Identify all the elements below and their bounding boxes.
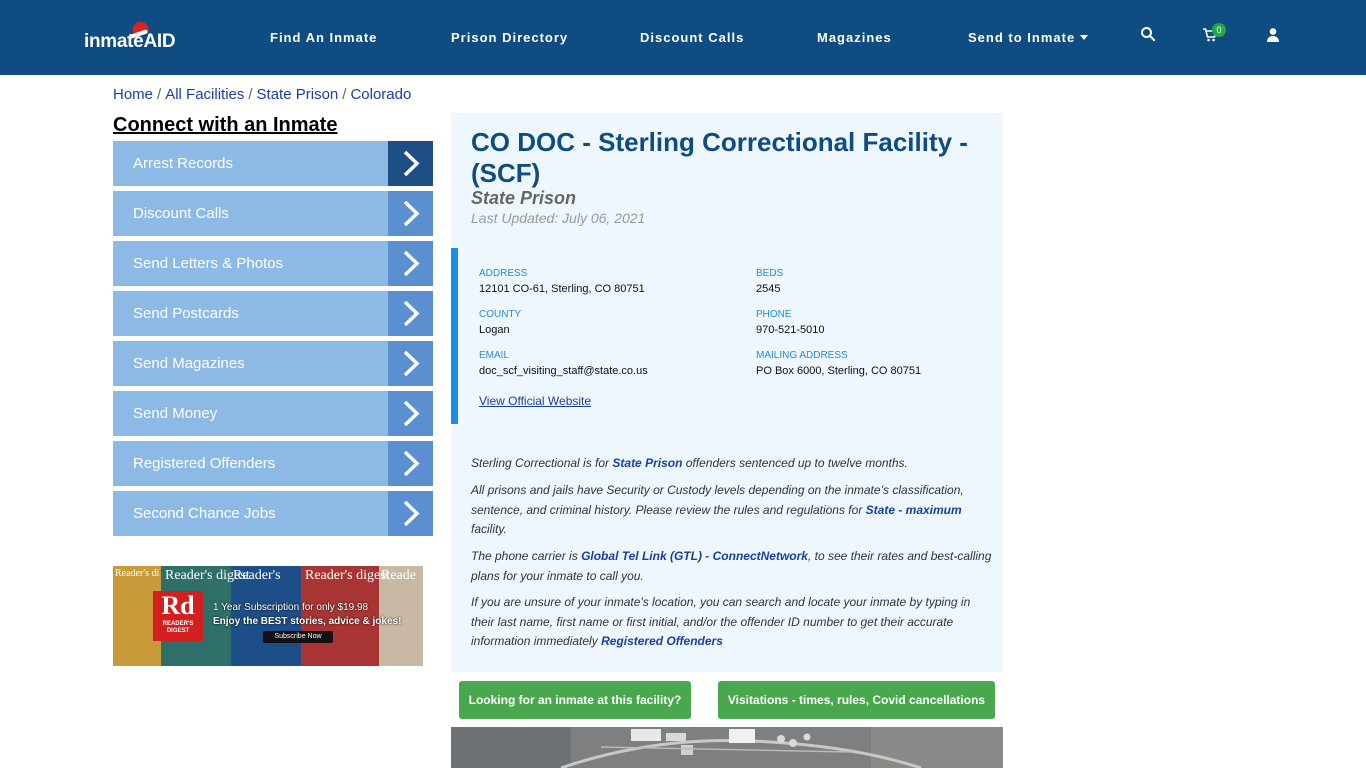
cover-title: Reader's: [233, 568, 281, 583]
breadcrumb: Home / All Facilities / State Prison / Colorad…: [113, 86, 411, 103]
visitations-button[interactable]: Visitations - times, rules, Covid cancel…: [718, 681, 995, 719]
breadcrumb-colorado[interactable]: Colorado: [350, 86, 411, 103]
caret-down-icon: [1080, 35, 1089, 40]
state-prison-link[interactable]: State Prison: [612, 456, 682, 470]
sidebar-title: Connect with an Inmate: [113, 114, 338, 136]
field-value: doc_scf_visiting_staff@state.co.us: [479, 365, 648, 377]
sidebar-item-registered-offenders[interactable]: Registered Offenders: [113, 441, 433, 486]
field-label: COUNTY: [479, 309, 522, 320]
facility-title: CO DOC - Sterling Correctional Facility …: [471, 127, 968, 188]
logo-text: inmateAID: [84, 31, 176, 52]
sidebar-item-send-postcards[interactable]: Send Postcards: [113, 291, 433, 336]
field-mailing-address: MAILING ADDRESS PO Box 6000, Sterling, C…: [756, 350, 921, 377]
chevron-right-icon: [388, 441, 433, 486]
ad-tagline: Enjoy the BEST stories, advice & jokes!: [213, 616, 402, 627]
sidebar-item-label: Send Magazines: [133, 355, 245, 372]
breadcrumb-state-prison[interactable]: State Prison: [257, 86, 339, 103]
field-email: EMAIL doc_scf_visiting_staff@state.co.us: [479, 350, 648, 377]
search-icon[interactable]: [1140, 26, 1160, 46]
sidebar-item-label: Registered Offenders: [133, 455, 276, 472]
breadcrumb-separator: /: [157, 86, 162, 103]
field-value: 2545: [756, 283, 781, 295]
description-paragraph: The phone carrier is Global Tel Link (GT…: [471, 547, 996, 586]
sidebar-item-arrest-records[interactable]: Arrest Records: [113, 141, 433, 186]
sidebar-item-label: Send Letters & Photos: [133, 255, 284, 272]
field-beds: BEDS 2545: [756, 268, 783, 295]
sidebar-item-label: Discount Calls: [133, 205, 229, 222]
official-website-link[interactable]: View Official Website: [479, 394, 591, 408]
top-navbar: inmateAID Find An Inmate Prison Director…: [0, 0, 1366, 75]
nav-prison-directory[interactable]: Prison Directory: [451, 30, 568, 45]
nav-discount-calls[interactable]: Discount Calls: [640, 30, 744, 45]
breadcrumb-separator: /: [248, 86, 253, 103]
rd-logo-subtitle: READER'S DIGEST: [162, 621, 194, 634]
description-paragraph: Sterling Correctional is for State Priso…: [471, 454, 996, 474]
ad-offer-text: 1 Year Subscription for only $19.98: [213, 602, 369, 613]
desc-text: facility.: [471, 522, 507, 536]
nav-find-inmate[interactable]: Find An Inmate: [270, 30, 377, 45]
last-updated: Last Updated: July 06, 2021: [471, 210, 646, 226]
desc-text: offenders sentenced up to twelve months.: [682, 456, 908, 470]
field-label: BEDS: [756, 268, 784, 279]
field-value: Logan: [479, 324, 510, 336]
cover-title: Reade: [381, 568, 416, 583]
breadcrumb-home[interactable]: Home: [113, 86, 153, 103]
chevron-right-icon: [388, 141, 433, 186]
registered-offenders-link[interactable]: Registered Offenders: [601, 634, 723, 648]
field-value: 12101 CO-61, Sterling, CO 80751: [479, 283, 645, 295]
cover-title: Reader's digest: [115, 568, 159, 579]
facility-type: State Prison: [471, 188, 577, 208]
sidebar-item-label: Send Postcards: [133, 305, 239, 322]
security-level-link[interactable]: State - maximum: [866, 503, 962, 517]
description-paragraph: All prisons and jails have Security or C…: [471, 481, 996, 540]
sidebar-menu: Arrest Records Discount Calls Send Lette…: [113, 141, 433, 541]
sidebar-item-discount-calls[interactable]: Discount Calls: [113, 191, 433, 236]
user-icon[interactable]: [1265, 27, 1285, 47]
sidebar-item-label: Second Chance Jobs: [133, 505, 276, 522]
nav-send-to-inmate[interactable]: Send to Inmate: [968, 30, 1089, 45]
sidebar-item-send-money[interactable]: Send Money: [113, 391, 433, 436]
rd-logo-letters: Rd: [161, 591, 195, 620]
field-phone: PHONE 970-521-5010: [756, 309, 825, 336]
breadcrumb-all-facilities[interactable]: All Facilities: [165, 86, 244, 103]
field-value: PO Box 6000, Sterling, CO 80751: [756, 365, 922, 377]
facility-aerial-photo: [451, 727, 1003, 768]
chevron-right-icon: [388, 391, 433, 436]
sidebar-item-second-chance-jobs[interactable]: Second Chance Jobs: [113, 491, 433, 536]
desc-text: The phone carrier is: [471, 549, 582, 563]
cart-count-badge: 0: [1212, 23, 1226, 37]
field-value: 970-521-5010: [756, 324, 825, 336]
phone-carrier-link[interactable]: Global Tel Link (GTL) - ConnectNetwork: [581, 549, 808, 563]
nav-magazines[interactable]: Magazines: [817, 30, 892, 45]
field-label: ADDRESS: [479, 268, 528, 279]
description-paragraph: If you are unsure of your inmate's locat…: [471, 593, 996, 652]
facility-panel: CO DOC - Sterling Correctional Facility …: [451, 113, 1003, 672]
sidebar-item-send-letters-photos[interactable]: Send Letters & Photos: [113, 241, 433, 286]
cover-title: Reader's digest: [305, 568, 390, 583]
sidebar-item-send-magazines[interactable]: Send Magazines: [113, 341, 433, 386]
field-county: COUNTY Logan: [479, 309, 521, 336]
field-label: EMAIL: [479, 350, 510, 361]
chevron-right-icon: [388, 241, 433, 286]
chevron-right-icon: [388, 491, 433, 536]
readers-digest-ad[interactable]: Reader's digest Reader's Reader's digest…: [113, 566, 423, 666]
nav-send-to-inmate-label: Send to Inmate: [968, 30, 1076, 45]
chevron-right-icon: [388, 191, 433, 236]
site-logo[interactable]: inmateAID: [84, 19, 184, 54]
looking-for-inmate-button[interactable]: Looking for an inmate at this facility?: [459, 681, 691, 719]
field-label: PHONE: [756, 309, 792, 320]
desc-text: Sterling Correctional is for: [471, 456, 613, 470]
sidebar-item-label: Arrest Records: [133, 155, 234, 172]
breadcrumb-separator: /: [342, 86, 347, 103]
chevron-right-icon: [388, 291, 433, 336]
info-accent-bar: [451, 248, 458, 424]
subscribe-now-button[interactable]: Subscribe Now: [263, 631, 333, 643]
chevron-right-icon: [388, 341, 433, 386]
field-label: MAILING ADDRESS: [756, 350, 848, 361]
readers-digest-logo: Rd READER'S DIGEST: [153, 591, 203, 641]
sidebar-item-label: Send Money: [133, 405, 218, 422]
field-address: ADDRESS 12101 CO-61, Sterling, CO 80751: [479, 268, 645, 295]
